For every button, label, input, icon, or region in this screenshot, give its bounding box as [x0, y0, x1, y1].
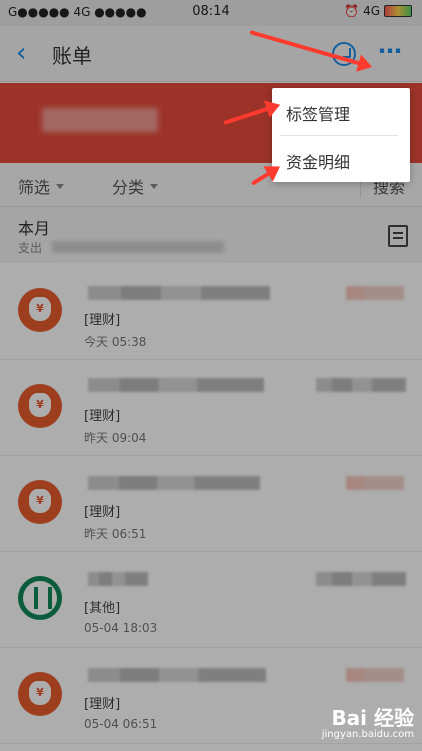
- menu-item-fund-details[interactable]: 资金明细: [286, 149, 350, 173]
- watermark-brand: Bai 经验: [331, 706, 414, 730]
- menu-divider: [280, 135, 398, 136]
- menu-item-tag-management[interactable]: 标签管理: [286, 101, 350, 125]
- watermark-url: jingyan.baidu.com: [321, 729, 414, 740]
- popup-menu: 标签管理 资金明细: [272, 88, 410, 182]
- baidu-watermark: Bai 经验 jingyan.baidu.com: [306, 702, 414, 746]
